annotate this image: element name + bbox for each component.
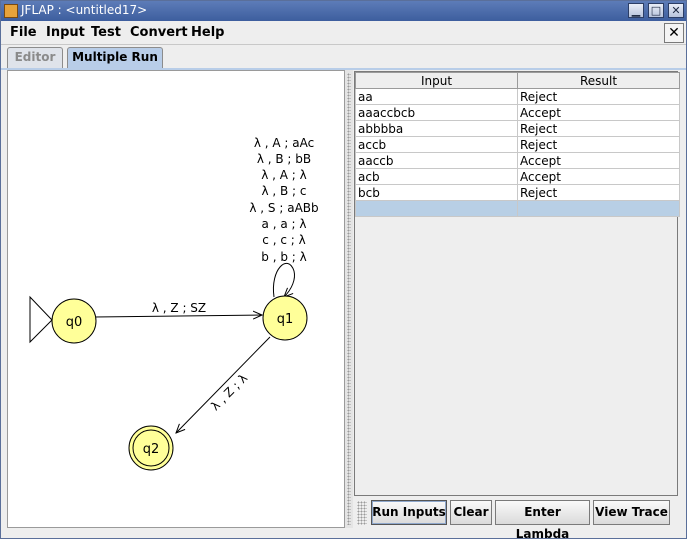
close-tab-icon[interactable]: ✕ [664,23,684,43]
transition-q1-q2[interactable] [176,336,271,433]
jflap-app-icon [4,4,18,18]
window-title: JFLAP : <untitled17> [21,3,148,17]
input-cell[interactable]: acb [355,168,518,185]
enter-lambda-button[interactable]: Enter Lambda [495,500,590,539]
menu-input[interactable]: Input [46,25,85,40]
result-cell: Accept [517,104,680,121]
state-q2[interactable]: q2 [128,425,174,471]
transition-q0-q1[interactable] [93,315,262,317]
table-row[interactable]: acb Accept [355,168,680,185]
table-row[interactable]: bcb Reject [355,184,680,201]
run-inputs-button[interactable]: Run Inputs [371,500,447,525]
table-row[interactable]: accb Reject [355,136,680,153]
toolbar-grip[interactable] [357,501,367,525]
input-cell[interactable]: accb [355,136,518,153]
result-cell [517,200,680,217]
input-cell[interactable]: aaaccbcb [355,104,518,121]
state-q1-label: q1 [277,312,294,327]
input-table: Input Result aa Reject aaaccbcb Accept a… [354,71,680,496]
transition-q1-q2-label: λ , Z ; λ [208,371,250,413]
table-row[interactable]: aaaccbcb Accept [355,104,680,121]
initial-state-marker [29,295,53,344]
table-row[interactable]: aaccb Accept [355,152,680,169]
maximize-icon[interactable]: □ [648,3,664,18]
menu-bar: File Input Test Convert Help [1,21,686,45]
menu-help[interactable]: Help [191,25,224,40]
loop-label: λ , B ; bB [257,152,311,166]
loop-label: λ , A ; λ [261,168,307,182]
state-q1[interactable]: q1 [262,295,308,341]
title-bar[interactable]: JFLAP : <untitled17> ▁ □ ✕ [1,1,686,21]
automaton-diagram: λ , Z ; SZ λ , Z ; λ λ , A ; aAc λ , B ;… [29,136,319,471]
loop-label: b , b ; λ [261,250,306,264]
state-q0[interactable]: q0 [51,298,97,344]
table-row[interactable]: abbbba Reject [355,120,680,137]
input-cell[interactable]: abbbba [355,120,518,137]
automaton-canvas[interactable]: λ , Z ; SZ λ , Z ; λ λ , A ; aAc λ , B ;… [7,70,345,528]
result-cell: Reject [517,120,680,137]
clear-button[interactable]: Clear [450,500,492,525]
multiple-run-panel: Input Result aa Reject aaaccbcb Accept a… [353,70,680,539]
view-trace-button[interactable]: View Trace [593,500,670,525]
input-cell[interactable]: bcb [355,184,518,201]
input-cell[interactable] [355,200,518,217]
loop-labels: λ , A ; aAc λ , B ; bB λ , A ; λ λ , B ;… [249,136,318,264]
divider-grip[interactable] [347,73,351,525]
menu-file[interactable]: File [10,25,37,40]
close-window-icon[interactable]: ✕ [668,3,684,18]
input-cell[interactable]: aa [355,88,518,105]
loop-label: c , c ; λ [262,233,305,247]
loop-label: λ , B ; c [261,184,306,198]
table-row-selected[interactable] [355,200,680,217]
state-q0-label: q0 [66,315,83,330]
column-header-input[interactable]: Input [355,72,518,89]
menu-test[interactable]: Test [91,25,121,40]
result-cell: Reject [517,184,680,201]
tab-editor[interactable]: Editor [7,47,63,68]
result-cell: Accept [517,168,680,185]
state-q2-label: q2 [143,442,160,457]
result-cell: Reject [517,88,680,105]
tab-multiple-run[interactable]: Multiple Run [67,47,163,68]
column-header-result[interactable]: Result [517,72,680,89]
loop-label: λ , S ; aABb [249,201,318,215]
loop-label: a , a ; λ [262,217,307,231]
input-cell[interactable]: aaccb [355,152,518,169]
loop-label: λ , A ; aAc [254,136,314,150]
result-cell: Accept [517,152,680,169]
button-toolbar: Run Inputs Clear Enter Lambda View Trace [354,498,678,539]
menu-convert[interactable]: Convert [130,25,188,40]
result-cell: Reject [517,136,680,153]
minimize-icon[interactable]: ▁ [628,3,644,18]
transition-q0-q1-label: λ , Z ; SZ [152,301,206,315]
transition-q1-loop[interactable] [272,263,295,297]
table-row[interactable]: aa Reject [355,88,680,105]
tab-strip: Editor Multiple Run [1,47,686,69]
jflap-window: JFLAP : <untitled17> ▁ □ ✕ File Input Te… [0,0,687,539]
